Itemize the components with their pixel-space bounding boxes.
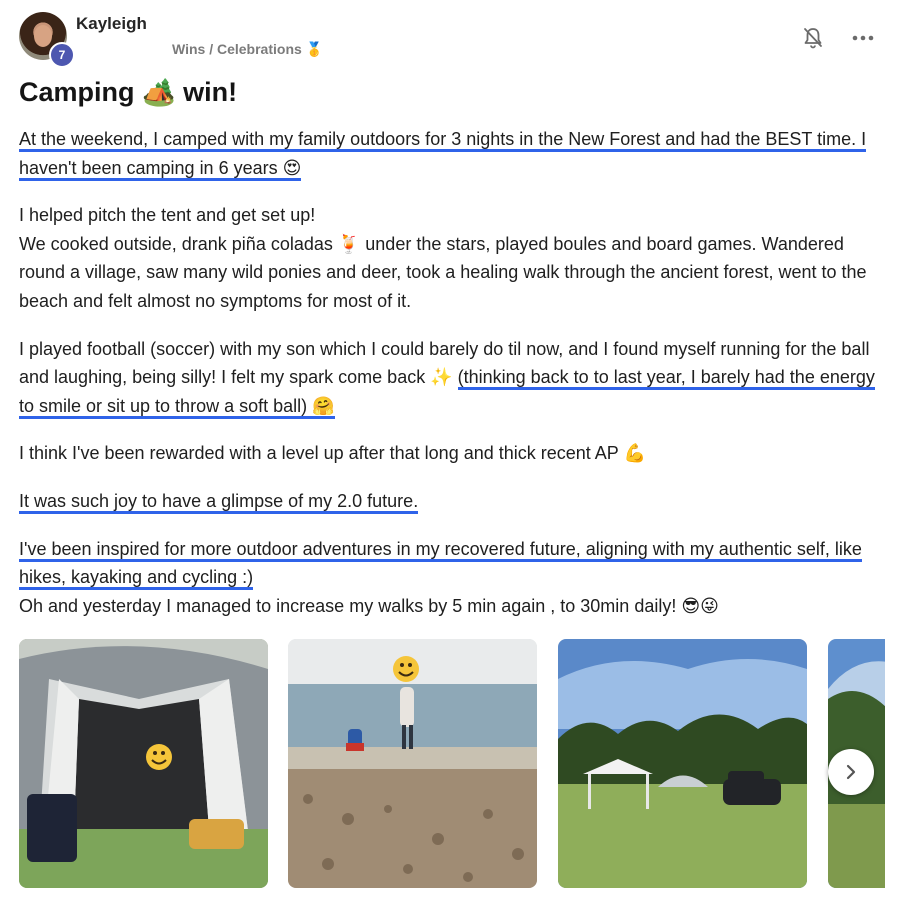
post-title: Camping 🏕️ win! bbox=[19, 77, 238, 107]
text-line: I think I've been rewarded with a level … bbox=[19, 443, 646, 464]
pebble-beach-photo[interactable] bbox=[288, 639, 537, 888]
text-line: We cooked outside, drank piña coladas 🍹 … bbox=[19, 233, 867, 311]
campsite-gazebo-car-photo[interactable] bbox=[558, 639, 807, 888]
bell-slash-icon[interactable] bbox=[800, 25, 826, 51]
paragraph: I've been inspired for more outdoor adve… bbox=[19, 535, 887, 621]
paragraph: At the weekend, I camped with my family … bbox=[19, 125, 887, 182]
gallery-next-button[interactable] bbox=[828, 749, 874, 795]
paragraph: It was such joy to have a glimpse of my … bbox=[19, 487, 887, 516]
highlighted-text: At the weekend, I camped with my family … bbox=[19, 129, 867, 181]
chevron-right-icon bbox=[846, 764, 856, 780]
text-line: I helped pitch the tent and get set up! bbox=[19, 205, 316, 226]
tent-interior-photo[interactable] bbox=[19, 639, 268, 888]
highlighted-text: I've been inspired for more outdoor adve… bbox=[19, 538, 862, 591]
post-body: At the weekend, I camped with my family … bbox=[19, 125, 887, 639]
paragraph: I played football (soccer) with my son w… bbox=[19, 335, 887, 421]
photo-gallery bbox=[19, 639, 885, 889]
highlighted-text: It was such joy to have a glimpse of my … bbox=[19, 490, 419, 514]
category-label[interactable]: Wins / Celebrations 🥇 bbox=[172, 41, 323, 58]
level-badge: 7 bbox=[49, 42, 75, 68]
author-name[interactable]: Kayleigh bbox=[76, 14, 147, 34]
post-header: 7 Kayleigh Wins / Celebrations 🥇 bbox=[19, 10, 881, 68]
more-dots-icon[interactable] bbox=[850, 25, 876, 51]
paragraph: I helped pitch the tent and get set up! … bbox=[19, 201, 887, 315]
text-line: Oh and yesterday I managed to increase m… bbox=[19, 595, 719, 616]
paragraph: I think I've been rewarded with a level … bbox=[19, 439, 887, 468]
